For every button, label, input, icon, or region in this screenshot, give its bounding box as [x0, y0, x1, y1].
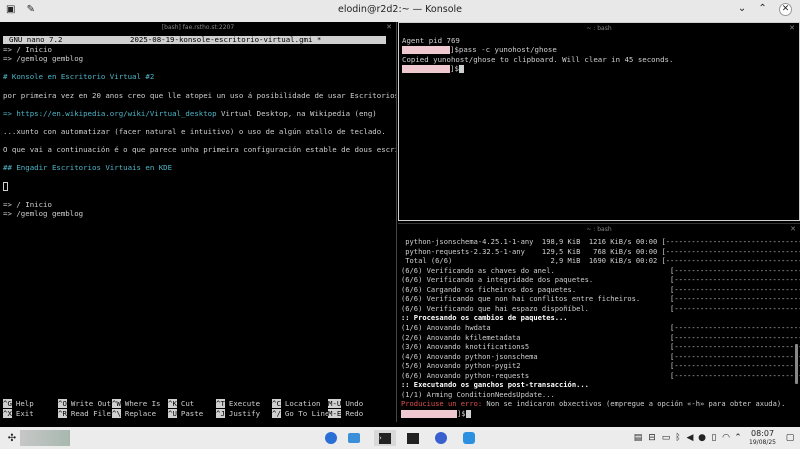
terminal-line: Copied yunohost/ghose to clipboard. Will…	[402, 54, 674, 64]
notifications-icon[interactable]: ●	[696, 430, 708, 446]
virtual-desktop-pager[interactable]	[20, 430, 70, 446]
network-icon[interactable]: ⊟	[646, 430, 658, 446]
close-icon[interactable]: ✕	[779, 3, 792, 16]
shortcut-replace: ^\ Replace	[112, 408, 157, 418]
editor-line: => https://en.wikipedia.org/wiki/Virtual…	[3, 108, 377, 118]
maximize-icon[interactable]: ⌃	[758, 3, 766, 14]
terminal-line: (6/6) Verificando que hai espazo dispoñí…	[401, 303, 800, 313]
clock-time: 08:07	[750, 429, 775, 438]
terminal-line: (6/6) Cargando os ficheiros dos paquetes…	[401, 284, 800, 294]
bluetooth-icon[interactable]: ᛒ	[672, 430, 684, 446]
shortcut-read-file: ^R Read File	[58, 408, 111, 418]
shortcut-location: ^C Location	[272, 399, 321, 408]
tray-expand-icon[interactable]: ⌃	[732, 430, 744, 446]
text-cursor	[458, 65, 464, 74]
close-pane-icon[interactable]: ✕	[790, 224, 796, 235]
terminal-pane-left[interactable]: [bash] fae.rstho.st:2207 ✕ GNU nano 7.2 …	[0, 22, 397, 422]
text-cursor	[3, 182, 8, 191]
shortcut-justify: ^J Justify	[216, 408, 261, 418]
editor-line	[3, 182, 8, 191]
shortcut-go-to-line: ^/Go To Line	[272, 408, 330, 418]
nano-filename: 2025-08-19-konsole-escritorio-virtual.gm…	[130, 35, 322, 44]
editor-line: O que vai a continuación é o que parece …	[3, 145, 396, 154]
terminal-line: :: Procesando os cambios de paquetes...	[401, 313, 568, 323]
terminal-line: (6/6) Verificando as chaves do anel. [--…	[401, 265, 800, 275]
shortcut-paste: ^U Paste	[168, 408, 204, 418]
firefox-icon[interactable]	[322, 430, 340, 446]
shortcut-cut: ^K Cut	[168, 399, 195, 408]
terminal-line: (5/6) Anovando python-pygit2 [----------…	[401, 361, 800, 371]
clock[interactable]: 08:07 19/08/25	[749, 429, 776, 447]
terminal-pane-right-top[interactable]: ~ : bash ✕ Agent pid 769]$pass -c yunoho…	[398, 22, 800, 221]
editor-line: => /gemlog gemblog	[3, 54, 84, 64]
file-manager-icon[interactable]	[345, 430, 363, 446]
terminal-line: Total (6/6) 2,9 MiB 1690 KiB/s 00:02 [--…	[401, 256, 800, 266]
clock-date: 19/08/25	[749, 439, 776, 446]
shortcut-write-out: ^O Write Out	[58, 399, 111, 408]
terminal-line: Produciuse un erro: Non se indicaron obx…	[401, 399, 786, 409]
close-pane-icon[interactable]: ✕	[789, 23, 795, 34]
pane-title-right-top: ~ : bash ✕	[586, 23, 795, 34]
app-launcher-icon[interactable]: ✣	[4, 430, 20, 446]
wifi-icon[interactable]: ◠	[720, 430, 732, 446]
editor-line: por primeira vez en 20 anos creo que lle…	[3, 90, 397, 100]
terminal-line: python-requests-2.32.5-1-any 129,5 KiB 7…	[401, 246, 800, 256]
terminal-line: ]$	[402, 64, 464, 74]
editor-line: => / Inicio	[3, 199, 52, 209]
terminal-line: (6/6) Verificando que non hai conflitos …	[401, 294, 800, 304]
window-titlebar: ▣ ✎ elodin@r2d2:~ — Konsole ⌄ ⌃ ✕	[0, 0, 800, 22]
terminal-line: (4/6) Anovando python-jsonschema [------…	[401, 351, 800, 361]
terminal-line: (6/6) Anovando python-requests [--------…	[401, 370, 800, 380]
pane-title-left: [bash] fae.rstho.st:2207 ✕	[161, 22, 392, 33]
terminal-line: (3/6) Anovando knotifications5 [--------…	[401, 342, 800, 352]
shortcut-help: ^G Help	[3, 399, 34, 408]
redacted-prompt	[401, 409, 457, 418]
redacted-prompt	[402, 46, 450, 55]
app-taskbar-icon[interactable]	[460, 430, 478, 446]
scrollbar-thumb[interactable]	[795, 344, 798, 384]
close-pane-icon[interactable]: ✕	[386, 22, 392, 33]
volume-icon[interactable]: ◀	[684, 430, 696, 446]
pane-title-right-bottom: ~ : bash ✕	[586, 224, 796, 235]
browser-taskbar-icon[interactable]	[432, 430, 450, 446]
taskbar: ✣ › ▤ ⊟ ▭ ᛒ ◀ ● ▯ ◠ ⌃ 08:07 19/08/25 ▢	[0, 427, 800, 449]
terminal-pane-right-bottom[interactable]: ~ : bash ✕ python-jsonschema-4.25.1-1-an…	[398, 223, 800, 422]
editor-line: => /gemlog gemblog	[3, 208, 84, 218]
nano-version: GNU nano 7.2	[9, 35, 63, 44]
terminal-line: (1/1) Arming ConditionNeedsUpdate...	[401, 389, 555, 399]
terminal-line: :: Executando os ganchos post-transacció…	[401, 380, 589, 390]
terminal-line: ]$	[401, 409, 471, 418]
editor-line: # Konsole en Escritorio Virtual #2	[3, 72, 155, 82]
editor-line: ...xunto con automatizar (facer natural …	[3, 126, 386, 136]
battery-icon[interactable]: ▯	[708, 430, 720, 446]
terminal-line: (6/6) Verificando a integridade dos paqu…	[401, 275, 800, 285]
nano-header: GNU nano 7.2 2025-08-19-konsole-escritor…	[3, 36, 386, 44]
text-cursor	[465, 409, 471, 418]
terminal-taskbar-icon[interactable]	[404, 430, 422, 446]
terminal-line: Agent pid 769	[402, 36, 460, 45]
display-icon[interactable]: ▭	[660, 430, 672, 446]
redacted-prompt	[402, 65, 450, 74]
shortcut-redo: M-E Redo	[328, 408, 364, 418]
editor-line: ## Engadir Escritorios Virtuais en KDE	[3, 163, 173, 173]
window-title: elodin@r2d2:~ — Konsole	[337, 4, 463, 15]
terminal-line: (1/6) Anovando hwdata [-----------------…	[401, 322, 800, 332]
minimize-icon[interactable]: ⌄	[738, 3, 746, 14]
terminal-line: python-jsonschema-4.25.1-1-any 198,9 KiB…	[401, 237, 800, 246]
shortcut-execute: ^T Execute	[216, 399, 261, 408]
terminal-line: (2/6) Anovando kfilemetadata [----------…	[401, 332, 800, 342]
editor-line: => / Inicio	[3, 45, 52, 54]
show-desktop-icon[interactable]: ▢	[784, 430, 796, 446]
shortcut-where-is: ^W Where Is	[112, 399, 161, 408]
shortcut-undo: M-U Undo	[328, 399, 364, 408]
terminal-line: ]$pass -c yunohost/ghose	[402, 45, 557, 55]
konsole-taskbar-icon[interactable]: ›	[374, 430, 396, 446]
shortcut-exit: ^X Exit	[3, 408, 34, 418]
clipboard-icon[interactable]: ▤	[632, 430, 644, 446]
